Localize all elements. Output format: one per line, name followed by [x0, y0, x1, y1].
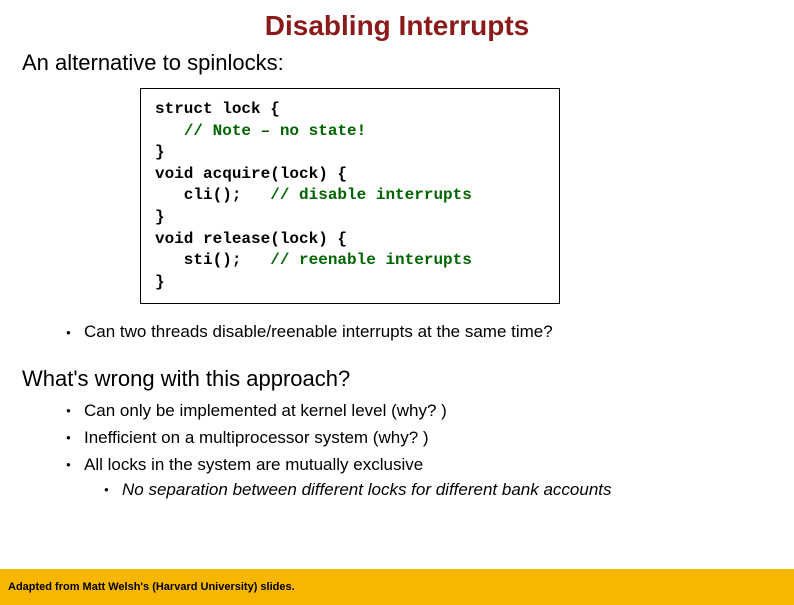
list-item-text: All locks in the system are mutually exc… [84, 455, 423, 474]
code-block: struct lock { // Note – no state! } void… [140, 88, 560, 304]
list-item: Can two threads disable/reenable interru… [66, 322, 794, 342]
code-line-9: } [155, 273, 165, 291]
code-line-6: } [155, 208, 165, 226]
code-comment-reenable: // reenable interupts [270, 251, 472, 269]
code-line-3: } [155, 143, 165, 161]
footer-bar: Adapted from Matt Welsh's (Harvard Unive… [0, 569, 794, 605]
slide-title: Disabling Interrupts [0, 10, 794, 42]
code-line-2-indent [155, 122, 184, 140]
code-line-4: void acquire(lock) { [155, 165, 347, 183]
code-line-5-call: cli(); [155, 186, 270, 204]
bullet-list-2: Can only be implemented at kernel level … [66, 400, 794, 502]
code-comment-no-state: // Note – no state! [184, 122, 366, 140]
slide-subtitle: An alternative to spinlocks: [22, 50, 794, 76]
list-item: Can only be implemented at kernel level … [66, 400, 794, 423]
footer-attribution: Adapted from Matt Welsh's (Harvard Unive… [8, 581, 295, 593]
code-line-8-call: sti(); [155, 251, 270, 269]
bullet-list-1: Can two threads disable/reenable interru… [66, 322, 794, 342]
code-line-1: struct lock { [155, 100, 280, 118]
code-line-7: void release(lock) { [155, 230, 347, 248]
list-item: Inefficient on a multiprocessor system (… [66, 427, 794, 450]
list-item: All locks in the system are mutually exc… [66, 454, 794, 502]
question-heading: What's wrong with this approach? [22, 366, 794, 392]
nested-bullet-list: No separation between different locks fo… [104, 479, 794, 502]
list-item-nested: No separation between different locks fo… [104, 479, 794, 502]
code-comment-disable: // disable interrupts [270, 186, 472, 204]
